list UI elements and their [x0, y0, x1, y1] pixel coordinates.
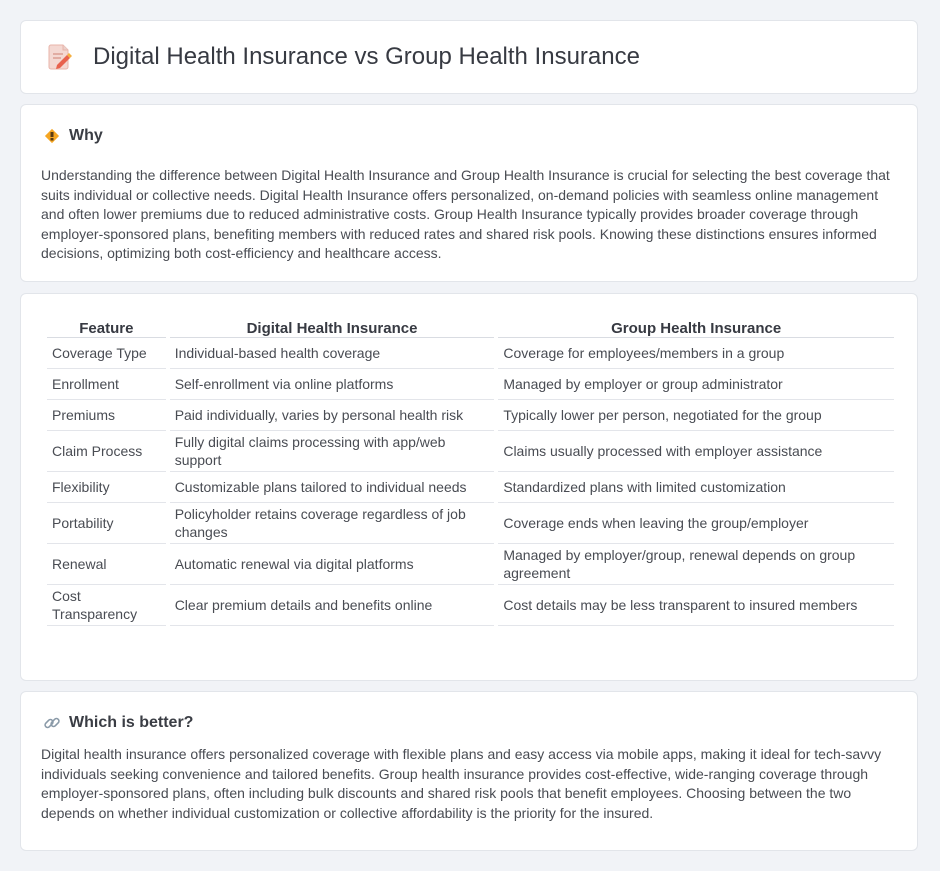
digital-cell: Fully digital claims processing with app…: [169, 431, 495, 472]
why-card: Why Understanding the difference between…: [20, 104, 918, 282]
better-heading: Which is better?: [69, 714, 194, 731]
header-digital: Digital Health Insurance: [169, 316, 495, 338]
table-row: Claim Process Fully digital claims proce…: [47, 431, 894, 472]
table-row: Premiums Paid individually, varies by pe…: [47, 400, 894, 431]
title-row: Digital Health Insurance vs Group Health…: [47, 43, 640, 71]
table-row: Renewal Automatic renewal via digital pl…: [47, 544, 894, 585]
group-cell: Typically lower per person, negotiated f…: [498, 400, 894, 431]
header-feature: Feature: [47, 316, 166, 338]
better-text: Digital health insurance offers personal…: [41, 746, 882, 821]
table-row: Cost Transparency Clear premium details …: [47, 585, 894, 626]
comparison-table: Feature Digital Health Insurance Group H…: [43, 316, 898, 626]
digital-cell: Clear premium details and benefits onlin…: [169, 585, 495, 626]
which-better-card: Which is better? Digital health insuranc…: [20, 691, 918, 851]
why-text: Understanding the difference between Dig…: [41, 167, 890, 261]
table-row: Portability Policyholder retains coverag…: [47, 503, 894, 544]
header-group: Group Health Insurance: [498, 316, 894, 338]
digital-cell: Paid individually, varies by personal he…: [169, 400, 495, 431]
digital-cell: Customizable plans tailored to individua…: [169, 472, 495, 503]
comparison-card: Feature Digital Health Insurance Group H…: [20, 293, 918, 681]
group-cell: Cost details may be less transparent to …: [498, 585, 894, 626]
group-cell: Standardized plans with limited customiz…: [498, 472, 894, 503]
group-cell: Managed by employer/group, renewal depen…: [498, 544, 894, 585]
feature-cell: Portability: [47, 503, 166, 544]
digital-cell: Self-enrollment via online platforms: [169, 369, 495, 400]
why-heading: Why: [69, 127, 103, 144]
group-cell: Claims usually processed with employer a…: [498, 431, 894, 472]
feature-cell: Renewal: [47, 544, 166, 585]
group-cell: Coverage for employees/members in a grou…: [498, 338, 894, 369]
feature-cell: Claim Process: [47, 431, 166, 472]
link-icon: [44, 717, 60, 729]
digital-cell: Policyholder retains coverage regardless…: [169, 503, 495, 544]
feature-cell: Cost Transparency: [47, 585, 166, 626]
why-heading-row: Why: [43, 127, 103, 145]
warning-sign-icon: [44, 128, 60, 144]
header-card: Digital Health Insurance vs Group Health…: [20, 20, 918, 94]
group-cell: Managed by employer or group administrat…: [498, 369, 894, 400]
better-heading-row: Which is better?: [43, 714, 193, 732]
table-row: Enrollment Self-enrollment via online pl…: [47, 369, 894, 400]
feature-cell: Enrollment: [47, 369, 166, 400]
feature-cell: Coverage Type: [47, 338, 166, 369]
table-row: Coverage Type Individual-based health co…: [47, 338, 894, 369]
digital-cell: Individual-based health coverage: [169, 338, 495, 369]
group-cell: Coverage ends when leaving the group/emp…: [498, 503, 894, 544]
feature-cell: Premiums: [47, 400, 166, 431]
document-pencil-icon: [48, 44, 72, 70]
feature-cell: Flexibility: [47, 472, 166, 503]
table-row: Flexibility Customizable plans tailored …: [47, 472, 894, 503]
page-title: Digital Health Insurance vs Group Health…: [93, 43, 640, 70]
digital-cell: Automatic renewal via digital platforms: [169, 544, 495, 585]
